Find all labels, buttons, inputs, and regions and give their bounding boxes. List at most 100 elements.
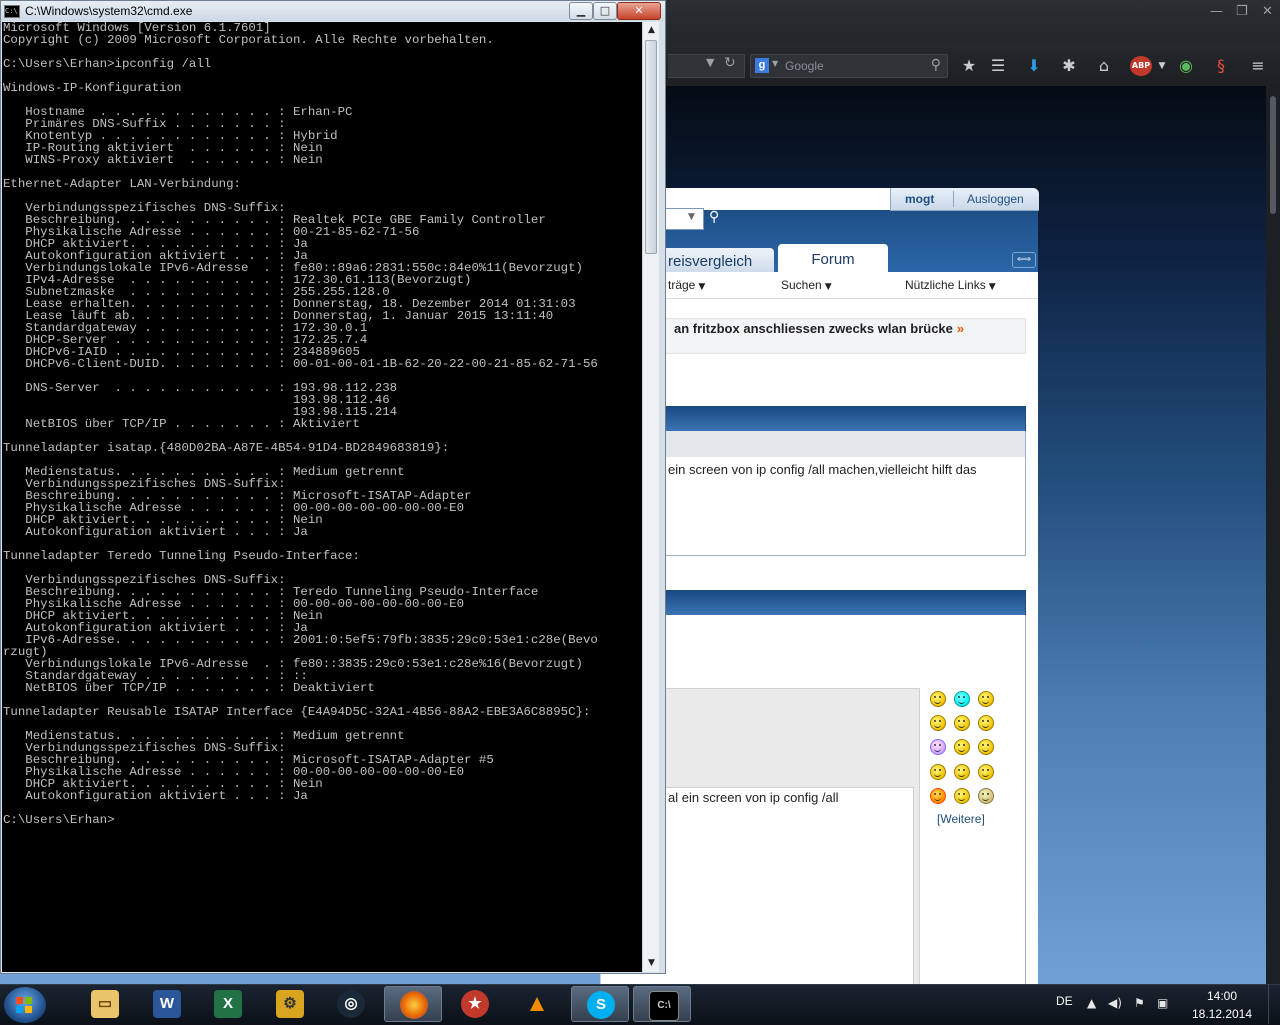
taskbar-steam[interactable]: ◎ — [322, 986, 380, 1022]
browser-maximize-button[interactable]: ❐ — [1236, 4, 1248, 19]
tab-label: Forum — [811, 251, 855, 268]
nav-label: Suchen — [781, 278, 822, 292]
reply-text: al ein screen von ip config /all — [668, 790, 839, 805]
thread-title-text: an fritzbox anschliessen zwecks wlan brü… — [674, 321, 953, 336]
bookmark-star-icon[interactable]: ★ — [959, 56, 979, 76]
search-input[interactable]: g ▼ Google ⚲ — [750, 54, 948, 78]
volume-icon[interactable]: ◀) — [1108, 996, 1122, 1010]
clock-time[interactable]: 14:00 — [1180, 989, 1264, 1003]
smiley-icon[interactable] — [954, 739, 970, 755]
show-desktop-button[interactable] — [1268, 984, 1280, 1024]
clock-date[interactable]: 18.12.2014 — [1180, 1007, 1264, 1021]
cmd-window: C:\ C:\Windows\system32\cmd.exe ▁ □ ✕ Mi… — [0, 0, 666, 974]
logout-link[interactable]: Ausloggen — [967, 192, 1024, 206]
reload-icon[interactable]: ↻ — [724, 55, 736, 71]
page-scrollbar-thumb[interactable] — [1270, 96, 1276, 214]
tab-label: reisvergleich — [668, 253, 753, 270]
smiley-sad-icon[interactable] — [978, 739, 994, 755]
word-icon: W — [153, 990, 181, 1018]
chevron-down-icon: ▼ — [698, 282, 706, 292]
user-bar: mogt Ausloggen — [890, 188, 1039, 211]
post-text: ein screen von ip config /all machen,vie… — [668, 462, 977, 477]
minimize-button[interactable]: ▁ — [569, 2, 593, 20]
language-indicator[interactable]: DE — [1056, 994, 1073, 1008]
search-icon[interactable]: ⚲ — [709, 209, 719, 225]
smiley-angry-icon[interactable] — [930, 788, 946, 804]
taskbar-firefox[interactable] — [384, 986, 442, 1022]
smiley-devil-icon[interactable] — [978, 764, 994, 780]
smiley-icon[interactable] — [954, 788, 970, 804]
taskbar-cmd[interactable]: C:\ — [633, 986, 691, 1022]
windows-logo-icon — [16, 997, 32, 1013]
browser-close-button[interactable]: ✕ — [1262, 4, 1273, 19]
page-scrollbar[interactable] — [1266, 86, 1280, 984]
download-icon[interactable]: ⬇ — [1024, 56, 1044, 76]
smiley-eyes-icon[interactable] — [954, 764, 970, 780]
menu-icon[interactable]: ≡ — [1248, 56, 1268, 76]
cmd-console[interactable]: Microsoft Windows [Version 6.1.7601] Cop… — [2, 22, 642, 972]
cmd-output: Microsoft Windows [Version 6.1.7601] Cop… — [3, 22, 598, 827]
chevron-down-icon[interactable]: ▼ — [688, 212, 695, 222]
username-link[interactable]: mogt — [905, 192, 934, 206]
pokerstars-icon: ★ — [461, 990, 489, 1018]
smiley-icon[interactable] — [930, 764, 946, 780]
url-history-dropdown-icon[interactable]: ▼ — [706, 56, 714, 69]
taskbar-excel[interactable]: X — [199, 986, 257, 1022]
taskbar-word[interactable]: W — [138, 986, 196, 1022]
google-icon[interactable]: g — [755, 58, 769, 73]
chevron-down-icon: ▼ — [824, 282, 832, 292]
thread-title[interactable]: an fritzbox anschliessen zwecks wlan brü… — [674, 321, 964, 336]
close-button[interactable]: ✕ — [617, 2, 661, 20]
taskbar-vlc[interactable]: ▲ — [508, 986, 566, 1022]
cmd-window-title: C:\Windows\system32\cmd.exe — [25, 4, 193, 18]
search-engine-dropdown-icon[interactable]: ▼ — [772, 59, 778, 68]
scroll-down-icon[interactable]: ▼ — [643, 955, 660, 972]
home-icon[interactable]: ⌂ — [1094, 56, 1114, 76]
skype-icon: S — [587, 991, 615, 1019]
pocket-icon[interactable]: ✱ — [1059, 56, 1079, 76]
nav-beitraege[interactable]: träge ▼ — [668, 278, 705, 292]
smiley-confused-icon[interactable] — [954, 715, 970, 731]
tab-forum[interactable]: Forum — [778, 244, 888, 274]
search-icon[interactable]: ⚲ — [931, 57, 941, 73]
taskbar-skype[interactable]: S — [571, 986, 629, 1022]
smiley-icon[interactable] — [978, 691, 994, 707]
smiley-grin-icon[interactable] — [954, 691, 970, 707]
search-placeholder: Google — [785, 59, 824, 73]
browser-minimize-button[interactable]: — — [1210, 4, 1223, 19]
cmd-window-border — [659, 21, 665, 973]
excel-icon: X — [214, 990, 242, 1018]
smiley-icon[interactable] — [930, 691, 946, 707]
nav-label: träge — [668, 278, 696, 292]
extension-icon[interactable]: § — [1211, 56, 1231, 76]
adblock-plus-icon[interactable]: ABP — [1130, 56, 1152, 76]
more-smileys-link[interactable]: [Weitere] — [937, 812, 985, 826]
action-center-flag-icon[interactable]: ⚑ — [1134, 996, 1145, 1010]
cmd-scrollbar-thumb[interactable] — [645, 40, 657, 254]
thread-arrow-icon: » — [956, 321, 965, 336]
cmd-titlebar[interactable]: C:\ C:\Windows\system32\cmd.exe ▁ □ ✕ — [1, 1, 665, 21]
smiley-cool-icon[interactable] — [978, 715, 994, 731]
smiley-cold-icon[interactable] — [930, 739, 946, 755]
show-hidden-icons-icon[interactable]: ▲ — [1087, 996, 1096, 1010]
firefox-icon — [400, 991, 428, 1019]
maximize-button[interactable]: □ — [593, 2, 617, 20]
nav-suchen[interactable]: Suchen ▼ — [781, 278, 832, 292]
vlc-cone-icon: ▲ — [525, 990, 549, 1017]
reading-list-icon[interactable]: ☰ — [988, 56, 1008, 76]
steam-icon: ◎ — [337, 990, 365, 1018]
taskbar-explorer[interactable]: ▭ — [76, 986, 134, 1022]
cmd-scrollbar[interactable]: ▲ ▼ — [642, 22, 660, 972]
taskbar-pokerstars[interactable]: ★ — [446, 986, 504, 1022]
scroll-up-icon[interactable]: ▲ — [643, 22, 660, 39]
smiley-icon[interactable] — [930, 715, 946, 731]
smiley-surprised-icon[interactable] — [978, 788, 994, 804]
collapse-header-icon[interactable]: ⟺ — [1012, 252, 1036, 268]
taskbar-control-panel[interactable]: ⚙ — [261, 986, 319, 1022]
network-icon[interactable]: ▣ — [1157, 996, 1168, 1010]
adblock-dropdown-icon[interactable]: ▼ — [1152, 56, 1172, 76]
sync-icon[interactable]: ◉ — [1176, 56, 1196, 76]
nav-links[interactable]: Nützliche Links ▼ — [905, 278, 996, 292]
chevron-down-icon: ▼ — [988, 282, 996, 292]
nav-label: Nützliche Links — [905, 278, 986, 292]
